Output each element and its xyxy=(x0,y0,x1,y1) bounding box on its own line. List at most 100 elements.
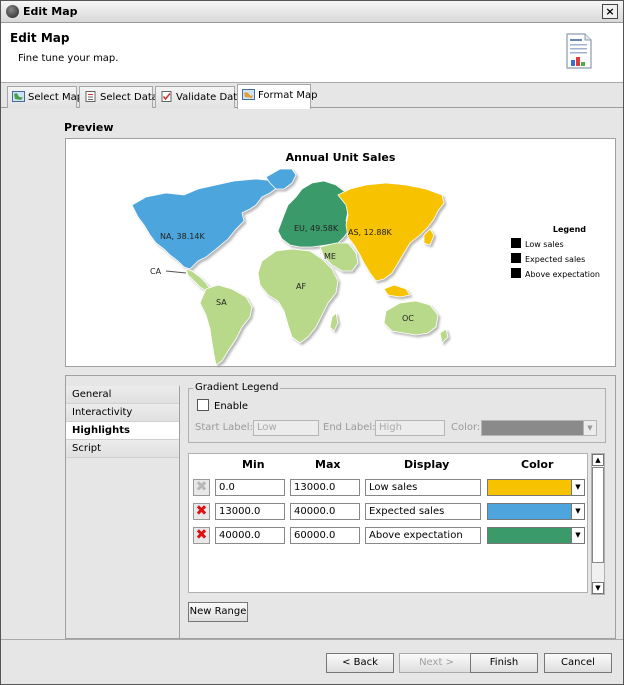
section-general[interactable]: General xyxy=(66,386,179,404)
legend-swatch xyxy=(511,253,521,263)
end-label-caption: End Label: xyxy=(323,422,376,433)
format-map-page: Preview Annual Unit Sales NA, 38.14K EU,… xyxy=(1,109,623,639)
scroll-up-icon[interactable]: ▲ xyxy=(592,454,604,466)
region-south-america xyxy=(199,284,253,366)
delete-range-button[interactable]: ✖ xyxy=(193,479,210,496)
max-input[interactable]: 13000.0 xyxy=(290,479,360,496)
footer-separator xyxy=(1,639,623,640)
data-icon xyxy=(85,91,96,102)
enable-row: Enable xyxy=(197,399,248,412)
section-highlights[interactable]: Highlights xyxy=(66,422,179,440)
label-as: AS, 12.88K xyxy=(348,228,393,237)
tab-label: Select Map xyxy=(28,92,84,103)
enable-label: Enable xyxy=(214,401,249,412)
min-input[interactable]: 40000.0 xyxy=(215,527,285,544)
title-bar: Edit Map × xyxy=(1,1,623,23)
legend-item: Expected sales xyxy=(511,253,600,268)
header-min: Min xyxy=(242,458,265,471)
chevron-down-icon: ▼ xyxy=(571,504,584,519)
map-icon xyxy=(12,91,25,102)
region-north-america xyxy=(131,178,279,270)
delete-range-button[interactable]: ✖ xyxy=(193,527,210,544)
scroll-thumb[interactable] xyxy=(592,467,604,563)
display-input[interactable]: Above expectation xyxy=(365,527,481,544)
tab-label: Validate Data xyxy=(176,92,244,103)
legend-item: Low sales xyxy=(511,238,600,253)
color-select[interactable]: ▼ xyxy=(487,479,585,496)
finish-button[interactable]: Finish xyxy=(470,653,538,673)
edit-map-dialog: Edit Map × Edit Map Fine tune your map. … xyxy=(0,0,624,685)
chevron-down-icon: ▼ xyxy=(571,528,584,543)
end-label-input[interactable]: High xyxy=(375,420,445,436)
close-button[interactable]: × xyxy=(602,4,618,19)
map-preview: Annual Unit Sales NA, 38.14K EU, 49.58K … xyxy=(65,138,616,367)
header-title: Edit Map xyxy=(10,31,70,45)
range-row: ✖ 0.0 13000.0 Low sales ▼ xyxy=(193,479,585,499)
legend-label: Expected sales xyxy=(525,255,586,264)
region-africa xyxy=(257,248,339,344)
format-icon xyxy=(242,89,255,100)
label-ca: CA xyxy=(150,267,162,276)
max-input[interactable]: 60000.0 xyxy=(290,527,360,544)
gradient-color-select[interactable]: ▼ xyxy=(481,420,597,436)
tab-format-map[interactable]: Format Map xyxy=(237,84,318,109)
cancel-button[interactable]: Cancel xyxy=(544,653,612,673)
region-madagascar xyxy=(329,312,339,332)
label-me: ME xyxy=(324,252,336,261)
format-panel: General Interactivity Highlights Script … xyxy=(65,375,616,639)
label-af: AF xyxy=(296,282,306,291)
legend-item: Above expectation xyxy=(511,268,600,283)
section-interactivity[interactable]: Interactivity xyxy=(66,404,179,422)
next-button[interactable]: Next > xyxy=(399,653,474,673)
display-input[interactable]: Low sales xyxy=(365,479,481,496)
legend-swatch xyxy=(511,238,521,248)
min-input[interactable]: 0.0 xyxy=(215,479,285,496)
tab-validate-data[interactable]: Validate Data xyxy=(155,86,243,108)
header-display: Display xyxy=(404,458,450,471)
min-input[interactable]: 13000.0 xyxy=(215,503,285,520)
tab-select-data[interactable]: Select Data xyxy=(79,86,158,108)
chevron-down-icon: ▼ xyxy=(571,480,584,495)
header-subtitle: Fine tune your map. xyxy=(18,53,119,64)
ranges-scrollbar[interactable]: ▲ ▼ xyxy=(591,453,605,595)
legend-label: Low sales xyxy=(525,240,564,249)
enable-checkbox[interactable] xyxy=(197,399,209,411)
preview-label: Preview xyxy=(64,121,114,134)
validate-icon xyxy=(161,91,172,102)
region-new-zealand xyxy=(439,328,449,344)
gradient-legend-group: Gradient Legend Enable Start Label: Low … xyxy=(188,382,606,443)
ranges-table: Min Max Display Color ✖ 0.0 13000.0 Low … xyxy=(188,453,588,593)
legend-label: Above expectation xyxy=(525,270,600,279)
region-japan xyxy=(423,228,435,246)
legend-swatch xyxy=(511,268,521,278)
gradient-legend-title: Gradient Legend xyxy=(193,382,281,393)
tab-select-map[interactable]: Select Map xyxy=(7,86,83,108)
color-select[interactable]: ▼ xyxy=(487,527,585,544)
section-list: General Interactivity Highlights Script xyxy=(66,386,180,638)
scroll-down-icon[interactable]: ▼ xyxy=(592,582,604,594)
region-central-america xyxy=(185,268,211,292)
region-se-asia-islands xyxy=(383,284,411,298)
range-row: ✖ 40000.0 60000.0 Above expectation ▼ xyxy=(193,527,585,547)
color-caption: Color: xyxy=(451,422,481,433)
color-select[interactable]: ▼ xyxy=(487,503,585,520)
chevron-down-icon: ▼ xyxy=(583,421,596,435)
new-range-button[interactable]: New Range xyxy=(188,602,248,622)
label-oc: OC xyxy=(402,314,414,323)
range-row: ✖ 13000.0 40000.0 Expected sales ▼ xyxy=(193,503,585,523)
start-label-caption: Start Label: xyxy=(195,422,253,433)
app-icon xyxy=(6,5,19,18)
display-input[interactable]: Expected sales xyxy=(365,503,481,520)
map-legend: Legend Low sales Expected sales Above ex… xyxy=(511,225,600,283)
label-sa: SA xyxy=(216,298,227,307)
max-input[interactable]: 40000.0 xyxy=(290,503,360,520)
start-label-input[interactable]: Low xyxy=(253,420,319,436)
report-icon xyxy=(566,33,592,69)
dialog-header: Edit Map Fine tune your map. xyxy=(1,23,623,83)
section-script[interactable]: Script xyxy=(66,440,179,458)
header-color: Color xyxy=(521,458,554,471)
delete-range-button[interactable]: ✖ xyxy=(193,503,210,520)
header-max: Max xyxy=(315,458,341,471)
legend-title: Legend xyxy=(552,225,587,234)
back-button[interactable]: < Back xyxy=(326,653,394,673)
